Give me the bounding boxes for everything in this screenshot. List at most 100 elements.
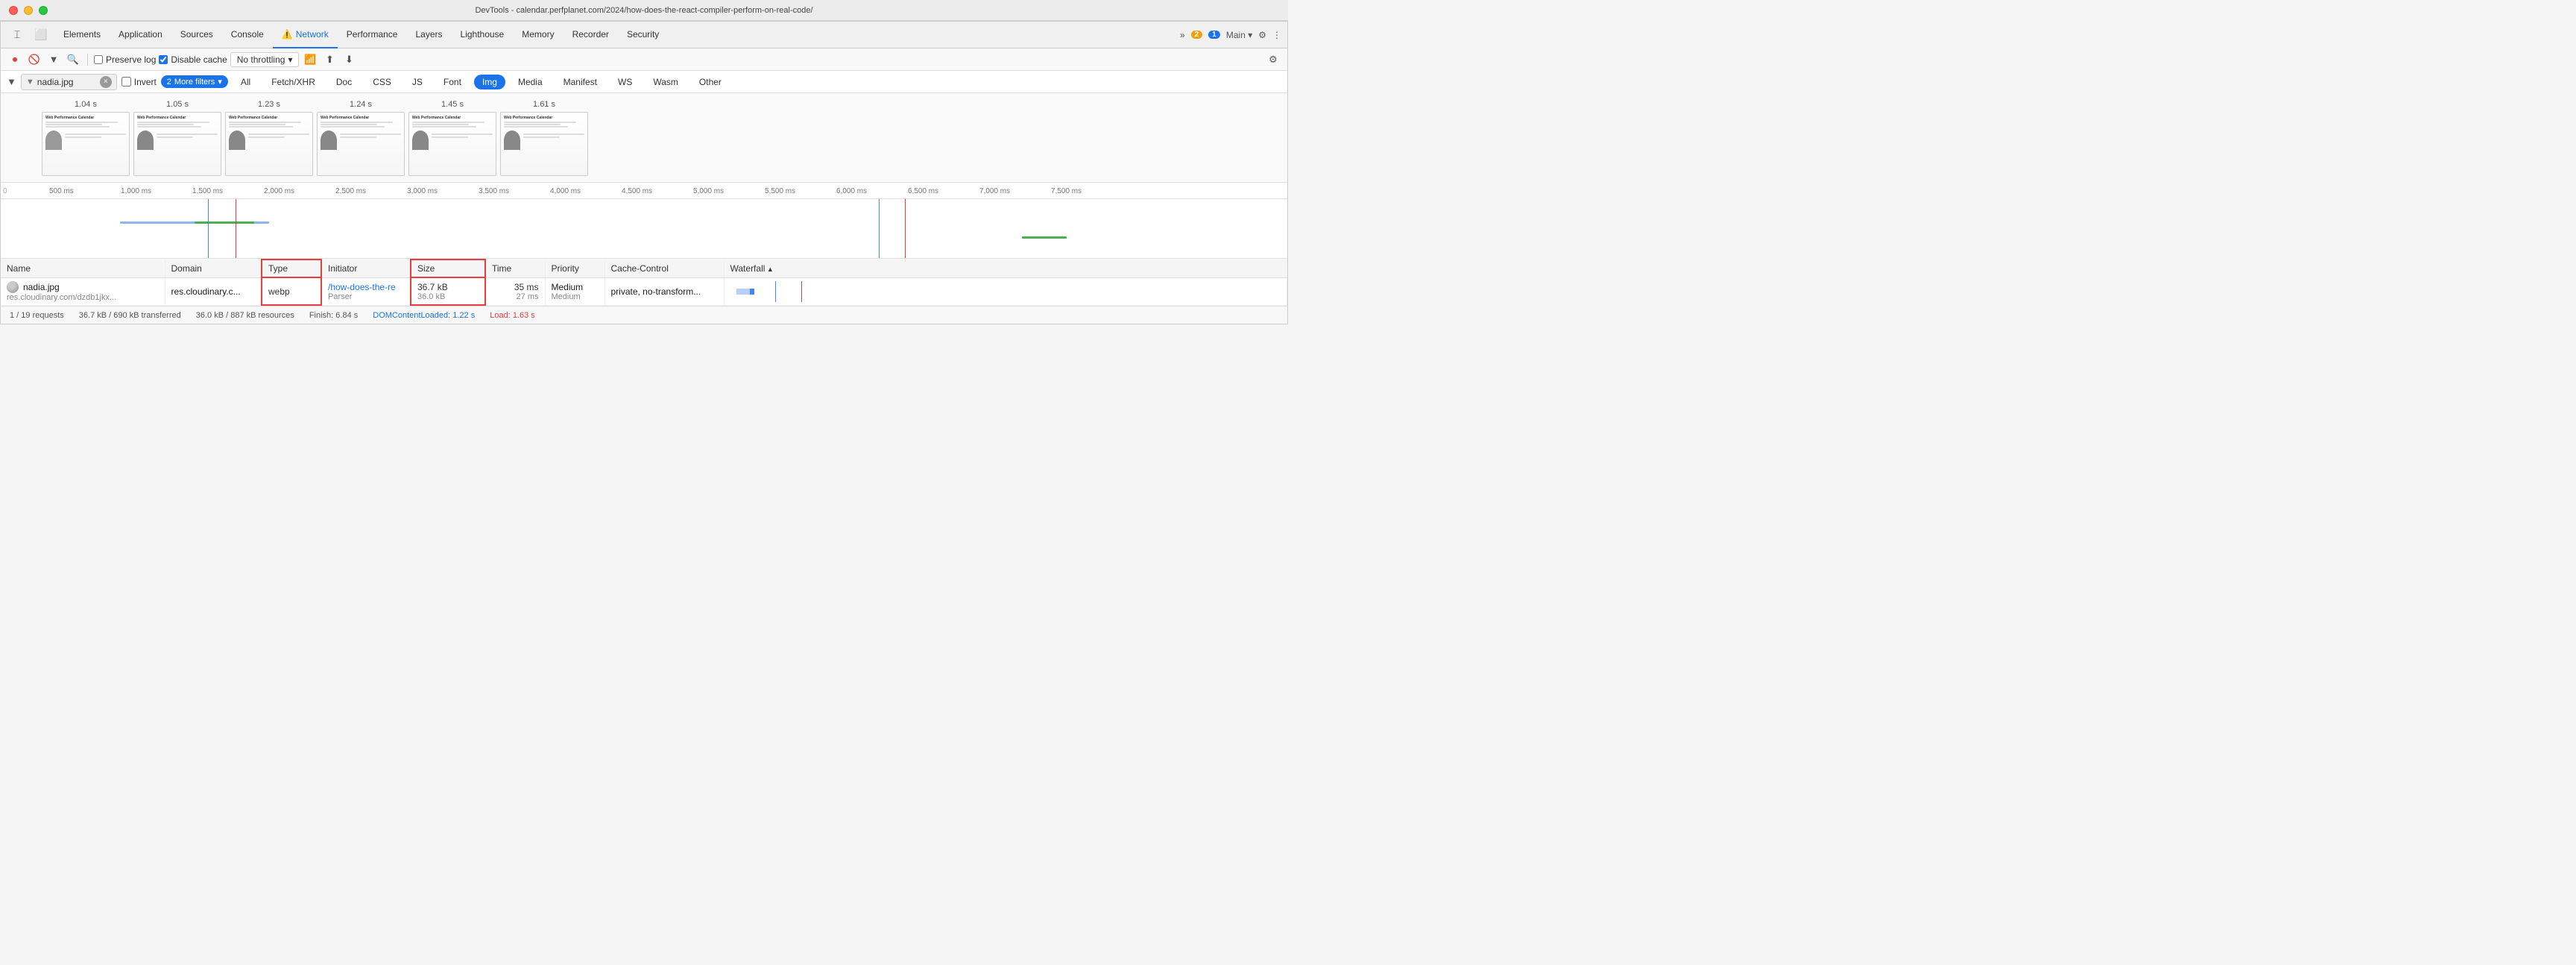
filter-input-wrap: ▼ × bbox=[21, 74, 117, 90]
tab-sources[interactable]: Sources bbox=[171, 22, 222, 48]
settings-button[interactable]: ⚙ bbox=[1258, 30, 1266, 40]
preserve-log-checkbox[interactable] bbox=[94, 55, 103, 64]
invert-label[interactable]: Invert bbox=[121, 77, 157, 87]
ruler-tick-500: 500 ms bbox=[49, 187, 74, 195]
ruler-tick-7500: 7,500 ms bbox=[1051, 187, 1082, 195]
type-cell: webp bbox=[262, 277, 321, 305]
filter-btn-other[interactable]: Other bbox=[691, 75, 730, 89]
tab-lighthouse[interactable]: Lighthouse bbox=[452, 22, 514, 48]
filmstrip-frame-2: 1.05 s Web Performance Calendar bbox=[133, 100, 221, 176]
filter-btn-manifest[interactable]: Manifest bbox=[555, 75, 605, 89]
time-secondary: 27 ms bbox=[492, 292, 539, 301]
initiator-link: /how-does-the-re bbox=[328, 282, 404, 292]
filter-btn-media[interactable]: Media bbox=[510, 75, 551, 89]
network-table: Name Domain Type Initiator Size Time Pri… bbox=[1, 259, 1287, 306]
disable-cache-label[interactable]: Disable cache bbox=[159, 54, 227, 65]
filter-btn-fetch-xhr[interactable]: Fetch/XHR bbox=[263, 75, 323, 89]
name-cell: nadia.jpg res.cloudinary.com/dzdb1jkx... bbox=[1, 277, 165, 305]
preserve-log-label[interactable]: Preserve log bbox=[94, 54, 156, 65]
search-button[interactable]: 🔍 bbox=[65, 51, 81, 68]
cache-control-cell: private, no-transform... bbox=[604, 277, 724, 305]
disable-cache-checkbox[interactable] bbox=[159, 55, 168, 64]
settings-gear-icon[interactable]: ⚙ bbox=[1265, 51, 1281, 68]
upload-icon[interactable]: ⬆ bbox=[321, 51, 338, 68]
filter-btn-doc[interactable]: Doc bbox=[328, 75, 360, 89]
tab-recorder[interactable]: Recorder bbox=[564, 22, 618, 48]
timeline-ruler: 0 500 ms 1,000 ms 1,500 ms 2,000 ms 2,50… bbox=[1, 183, 1287, 199]
tab-security[interactable]: Security bbox=[618, 22, 668, 48]
th-priority[interactable]: Priority bbox=[545, 260, 604, 277]
table-row[interactable]: nadia.jpg res.cloudinary.com/dzdb1jkx...… bbox=[1, 277, 1287, 305]
filter-btn-js[interactable]: JS bbox=[404, 75, 431, 89]
status-requests: 1 / 19 requests bbox=[10, 311, 64, 320]
filter-btn-css[interactable]: CSS bbox=[364, 75, 400, 89]
warning-badge: 2 bbox=[1191, 31, 1203, 39]
overflow-icon[interactable]: ⋮ bbox=[1272, 30, 1281, 40]
more-filters-button[interactable]: 2 More filters ▾ bbox=[161, 75, 228, 88]
time-primary: 35 ms bbox=[492, 282, 539, 292]
filter-clear-button[interactable]: × bbox=[100, 76, 112, 88]
clear-button[interactable]: 🚫 bbox=[26, 51, 42, 68]
filter-btn-ws[interactable]: WS bbox=[610, 75, 640, 89]
status-resources: 36.0 kB / 887 kB resources bbox=[196, 311, 294, 320]
filter-btn-all[interactable]: All bbox=[233, 75, 259, 89]
tab-performance[interactable]: Performance bbox=[338, 22, 407, 48]
ruler-tick-3500: 3,500 ms bbox=[479, 187, 509, 195]
frame-thumb-4: Web Performance Calendar bbox=[317, 112, 405, 176]
tab-application[interactable]: Application bbox=[110, 22, 171, 48]
traffic-lights bbox=[9, 6, 48, 15]
tab-console[interactable]: Console bbox=[222, 22, 273, 48]
filter-btn-wasm[interactable]: Wasm bbox=[645, 75, 686, 89]
tab-memory[interactable]: Memory bbox=[513, 22, 563, 48]
filter-btn-font[interactable]: Font bbox=[435, 75, 470, 89]
main-selector[interactable]: Main ▾ bbox=[1226, 30, 1252, 40]
favicon-icon bbox=[7, 281, 19, 293]
filter-btn-img[interactable]: Img bbox=[474, 75, 505, 89]
invert-checkbox[interactable] bbox=[121, 77, 131, 87]
domain-cell: res.cloudinary.c... bbox=[165, 277, 262, 305]
record-button[interactable]: ⏺ bbox=[7, 51, 23, 68]
filmstrip: 1.04 s Web Performance Calendar bbox=[1, 93, 1287, 183]
priority-primary: Medium bbox=[552, 282, 599, 292]
th-type[interactable]: Type bbox=[262, 260, 321, 277]
download-icon[interactable]: ⬇ bbox=[341, 51, 357, 68]
filter-toggle[interactable]: ▼ bbox=[45, 51, 62, 68]
ruler-tick-6500: 6,500 ms bbox=[908, 187, 938, 195]
timeline-bar-right-green bbox=[1022, 236, 1067, 239]
filter-input[interactable] bbox=[37, 77, 97, 87]
frame-time-5: 1.45 s bbox=[441, 100, 464, 109]
initiator-sub: Parser bbox=[328, 292, 404, 301]
th-initiator[interactable]: Initiator bbox=[321, 260, 411, 277]
tab-network[interactable]: ⚠️ Network bbox=[273, 22, 338, 48]
th-size[interactable]: Size bbox=[411, 260, 485, 277]
more-tabs-button[interactable]: » bbox=[1180, 30, 1185, 40]
status-dom-content-loaded: DOMContentLoaded: 1.22 s bbox=[373, 311, 475, 320]
th-waterfall[interactable]: Waterfall bbox=[724, 260, 1287, 277]
ruler-tick-7000: 7,000 ms bbox=[979, 187, 1010, 195]
minimize-button[interactable] bbox=[24, 6, 33, 15]
wf-blue-line bbox=[775, 281, 776, 302]
device-icon[interactable]: ⬜ bbox=[31, 25, 51, 45]
th-cache-control[interactable]: Cache-Control bbox=[604, 260, 724, 277]
ruler-tick-2000: 2,000 ms bbox=[264, 187, 294, 195]
wf-dom-line bbox=[879, 199, 880, 258]
row-name: nadia.jpg bbox=[23, 282, 60, 292]
tab-elements[interactable]: Elements bbox=[54, 22, 110, 48]
th-time[interactable]: Time bbox=[485, 260, 545, 277]
filmstrip-frame-3: 1.23 s Web Performance Calendar bbox=[225, 100, 313, 176]
filter-bar: ▼ ▼ × Invert 2 More filters ▾ All Fetch/… bbox=[1, 71, 1287, 93]
filmstrip-frame-6: 1.61 s Web Performance Calendar bbox=[500, 100, 588, 176]
tab-layers[interactable]: Layers bbox=[406, 22, 451, 48]
wifi-icon[interactable]: 📶 bbox=[302, 51, 318, 68]
th-domain[interactable]: Domain bbox=[165, 260, 262, 277]
throttle-select[interactable]: No throttling ▾ bbox=[230, 52, 300, 67]
maximize-button[interactable] bbox=[39, 6, 48, 15]
th-name[interactable]: Name bbox=[1, 260, 165, 277]
frame-thumb-1: Web Performance Calendar bbox=[42, 112, 130, 176]
chevron-down-icon: ▾ bbox=[288, 54, 292, 65]
warning-icon: ⚠️ bbox=[282, 29, 293, 40]
ruler-tick-3000: 3,000 ms bbox=[407, 187, 438, 195]
ruler-tick-6000: 6,000 ms bbox=[836, 187, 867, 195]
cursor-icon[interactable]: ⌶ bbox=[7, 25, 28, 45]
close-button[interactable] bbox=[9, 6, 18, 15]
